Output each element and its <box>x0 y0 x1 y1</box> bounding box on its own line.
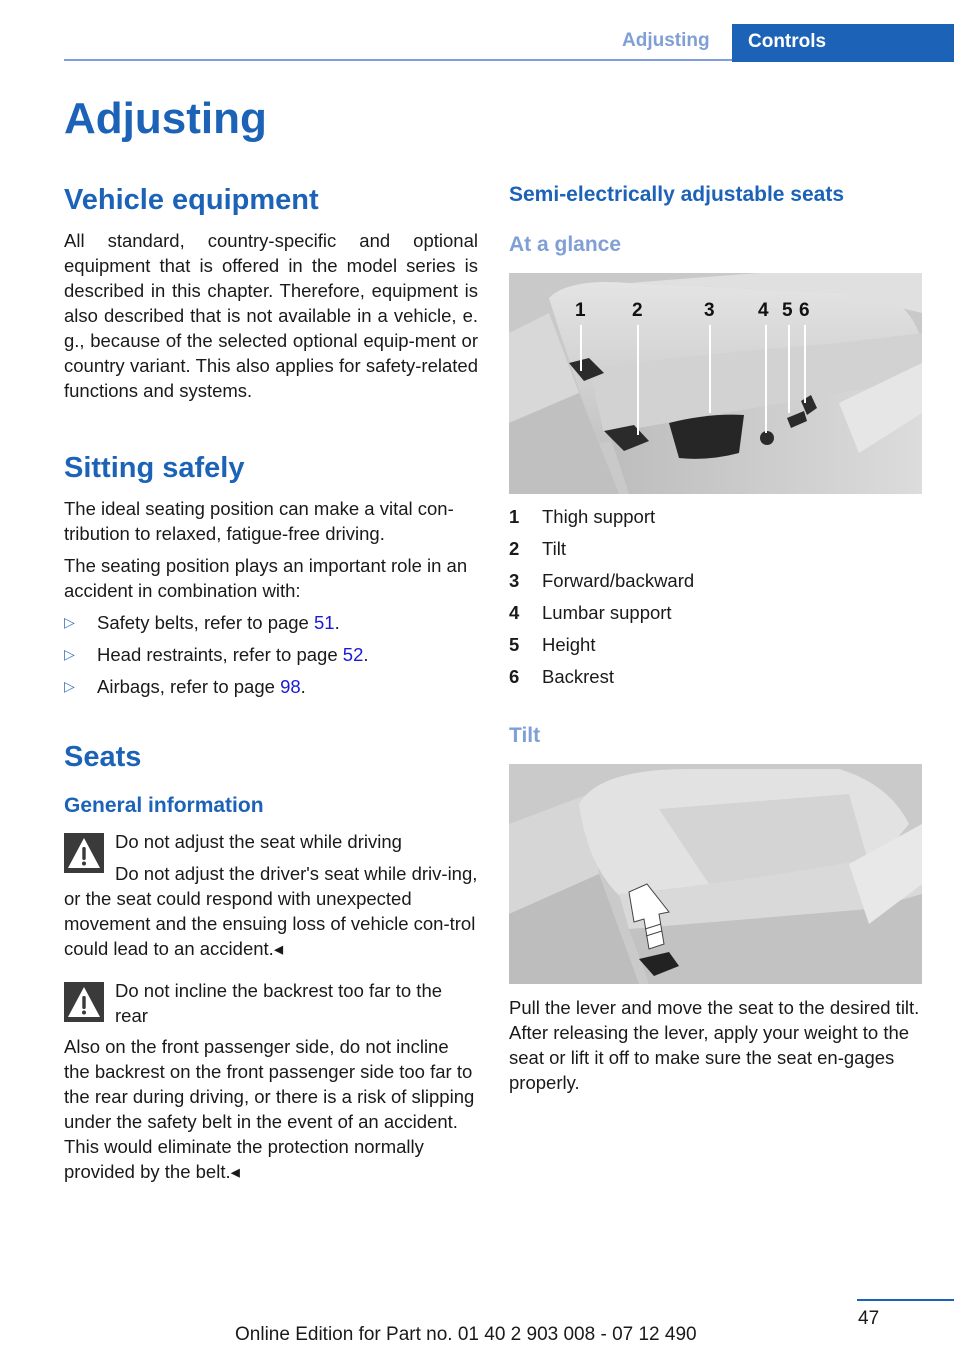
seats-heading: Seats <box>64 741 142 773</box>
footer-rule <box>857 1299 954 1301</box>
legend-number: 1 <box>509 506 520 527</box>
tilt-illustration <box>509 764 922 984</box>
end-mark-icon: ◂ <box>230 1161 240 1182</box>
warning-body: Also on the front passenger side, do not… <box>64 1034 478 1184</box>
header-chapter-label: Controls <box>748 31 827 52</box>
page-header: Adjusting Controls <box>0 0 954 62</box>
figure-callout-4: 4 <box>758 300 769 321</box>
header-section-tab[interactable]: Adjusting <box>622 30 710 52</box>
legend-number: 2 <box>509 538 520 559</box>
semi-electric-seats-heading: Semi-electrically adjustable seats <box>509 183 845 206</box>
sitting-safely-heading: Sitting safely <box>64 452 245 484</box>
list-item: ▷ Head restraints, refer to page 52. <box>64 642 478 667</box>
figure-callout-6: 6 <box>799 300 810 321</box>
bullet-suffix: . <box>300 676 306 697</box>
warning-title: Do not incline the backrest too far to t… <box>115 980 443 1026</box>
legend-row: 5 Height <box>509 629 923 661</box>
legend-row: 2 Tilt <box>509 533 923 565</box>
warning-block-driving: Do not adjust the seat while driving Do … <box>64 829 478 961</box>
legend-label: Forward/backward <box>542 570 695 591</box>
legend-label: Lumbar support <box>542 602 672 623</box>
at-a-glance-heading: At a glance <box>509 233 622 256</box>
end-mark-icon: ◂ <box>273 938 284 959</box>
warning-body-text: Do not adjust the driver's seat while dr… <box>64 863 478 959</box>
seat-controls-figure: 1 2 3 4 5 6 <box>509 273 922 494</box>
legend-number: 3 <box>509 570 520 591</box>
legend-number: 4 <box>509 602 520 623</box>
bullet-suffix: . <box>363 644 369 665</box>
list-item: ▷ Safety belts, refer to page 51. <box>64 610 478 635</box>
page-link-51[interactable]: 51 <box>314 612 335 633</box>
seat-controls-illustration: 1 2 3 4 5 6 <box>509 273 922 494</box>
seats-section: Seats General information Do not adjust … <box>64 737 478 1184</box>
warning-body-text: Also on the front passenger side, do not… <box>64 1036 475 1182</box>
safety-reference-list: ▷ Safety belts, refer to page 51. ▷ Head r… <box>64 610 478 699</box>
tilt-heading: Tilt <box>509 724 541 747</box>
warning-triangle-icon <box>64 833 104 873</box>
warning-triangle-icon <box>64 982 104 1022</box>
warning-title: Do not adjust the seat while driving <box>115 831 402 852</box>
triangle-right-icon: ▷ <box>64 614 75 630</box>
warning-block-backrest: Do not incline the backrest too far to t… <box>64 978 478 1184</box>
figure-callout-5: 5 <box>782 300 793 321</box>
legend-label: Backrest <box>542 666 614 687</box>
right-column: Semi-electrically adjustable seats At a … <box>509 180 923 1095</box>
bullet-suffix: . <box>334 612 340 633</box>
legend-label: Tilt <box>542 538 566 559</box>
legend-label: Thigh support <box>542 506 656 527</box>
left-column: Vehicle equipment All standard, country-… <box>64 180 478 1184</box>
triangle-right-icon: ▷ <box>64 646 75 662</box>
triangle-right-icon: ▷ <box>64 678 75 694</box>
header-chapter-tab[interactable]: Controls <box>732 24 954 62</box>
tilt-figure <box>509 764 922 984</box>
general-information-heading: General information <box>64 794 264 817</box>
legend-number: 5 <box>509 634 520 655</box>
sitting-safely-para2: The seating position plays an important … <box>64 555 468 601</box>
vehicle-equipment-heading: Vehicle equipment <box>64 184 319 216</box>
legend-label: Height <box>542 634 596 655</box>
page-title: Adjusting <box>64 94 267 143</box>
sitting-safely-section: Sitting safely The ideal seating positio… <box>64 448 478 699</box>
legend-row: 4 Lumbar support <box>509 597 923 629</box>
legend-number: 6 <box>509 666 520 687</box>
tilt-body: Pull the lever and move the seat to the … <box>509 997 920 1093</box>
page-number: 47 <box>858 1308 880 1329</box>
vehicle-equipment-section: Vehicle equipment All standard, country-… <box>64 180 478 403</box>
vehicle-equipment-body: All standard, country-specific and optio… <box>64 230 478 401</box>
figure-callout-3: 3 <box>704 300 715 321</box>
legend-row: 3 Forward/backward <box>509 565 923 597</box>
figure-callout-1: 1 <box>575 300 586 321</box>
page-link-98[interactable]: 98 <box>280 676 301 697</box>
page-link-52[interactable]: 52 <box>343 644 364 665</box>
sitting-safely-para1: The ideal seating position can make a vi… <box>64 498 454 544</box>
bullet-text: Head restraints, refer to page <box>97 644 343 665</box>
seat-controls-legend: 1 Thigh support 2 Tilt 3 Forward/backwar… <box>509 501 923 693</box>
header-rule <box>64 59 732 61</box>
figure-callout-2: 2 <box>632 300 643 321</box>
legend-row: 1 Thigh support <box>509 501 923 533</box>
bullet-text: Safety belts, refer to page <box>97 612 314 633</box>
list-item: ▷ Airbags, refer to page 98. <box>64 674 478 699</box>
bullet-text: Airbags, refer to page <box>97 676 281 697</box>
edition-footer: Online Edition for Part no. 01 40 2 903 … <box>235 1324 697 1345</box>
warning-body: Do not adjust the driver's seat while dr… <box>64 861 478 961</box>
legend-row: 6 Backrest <box>509 661 923 693</box>
